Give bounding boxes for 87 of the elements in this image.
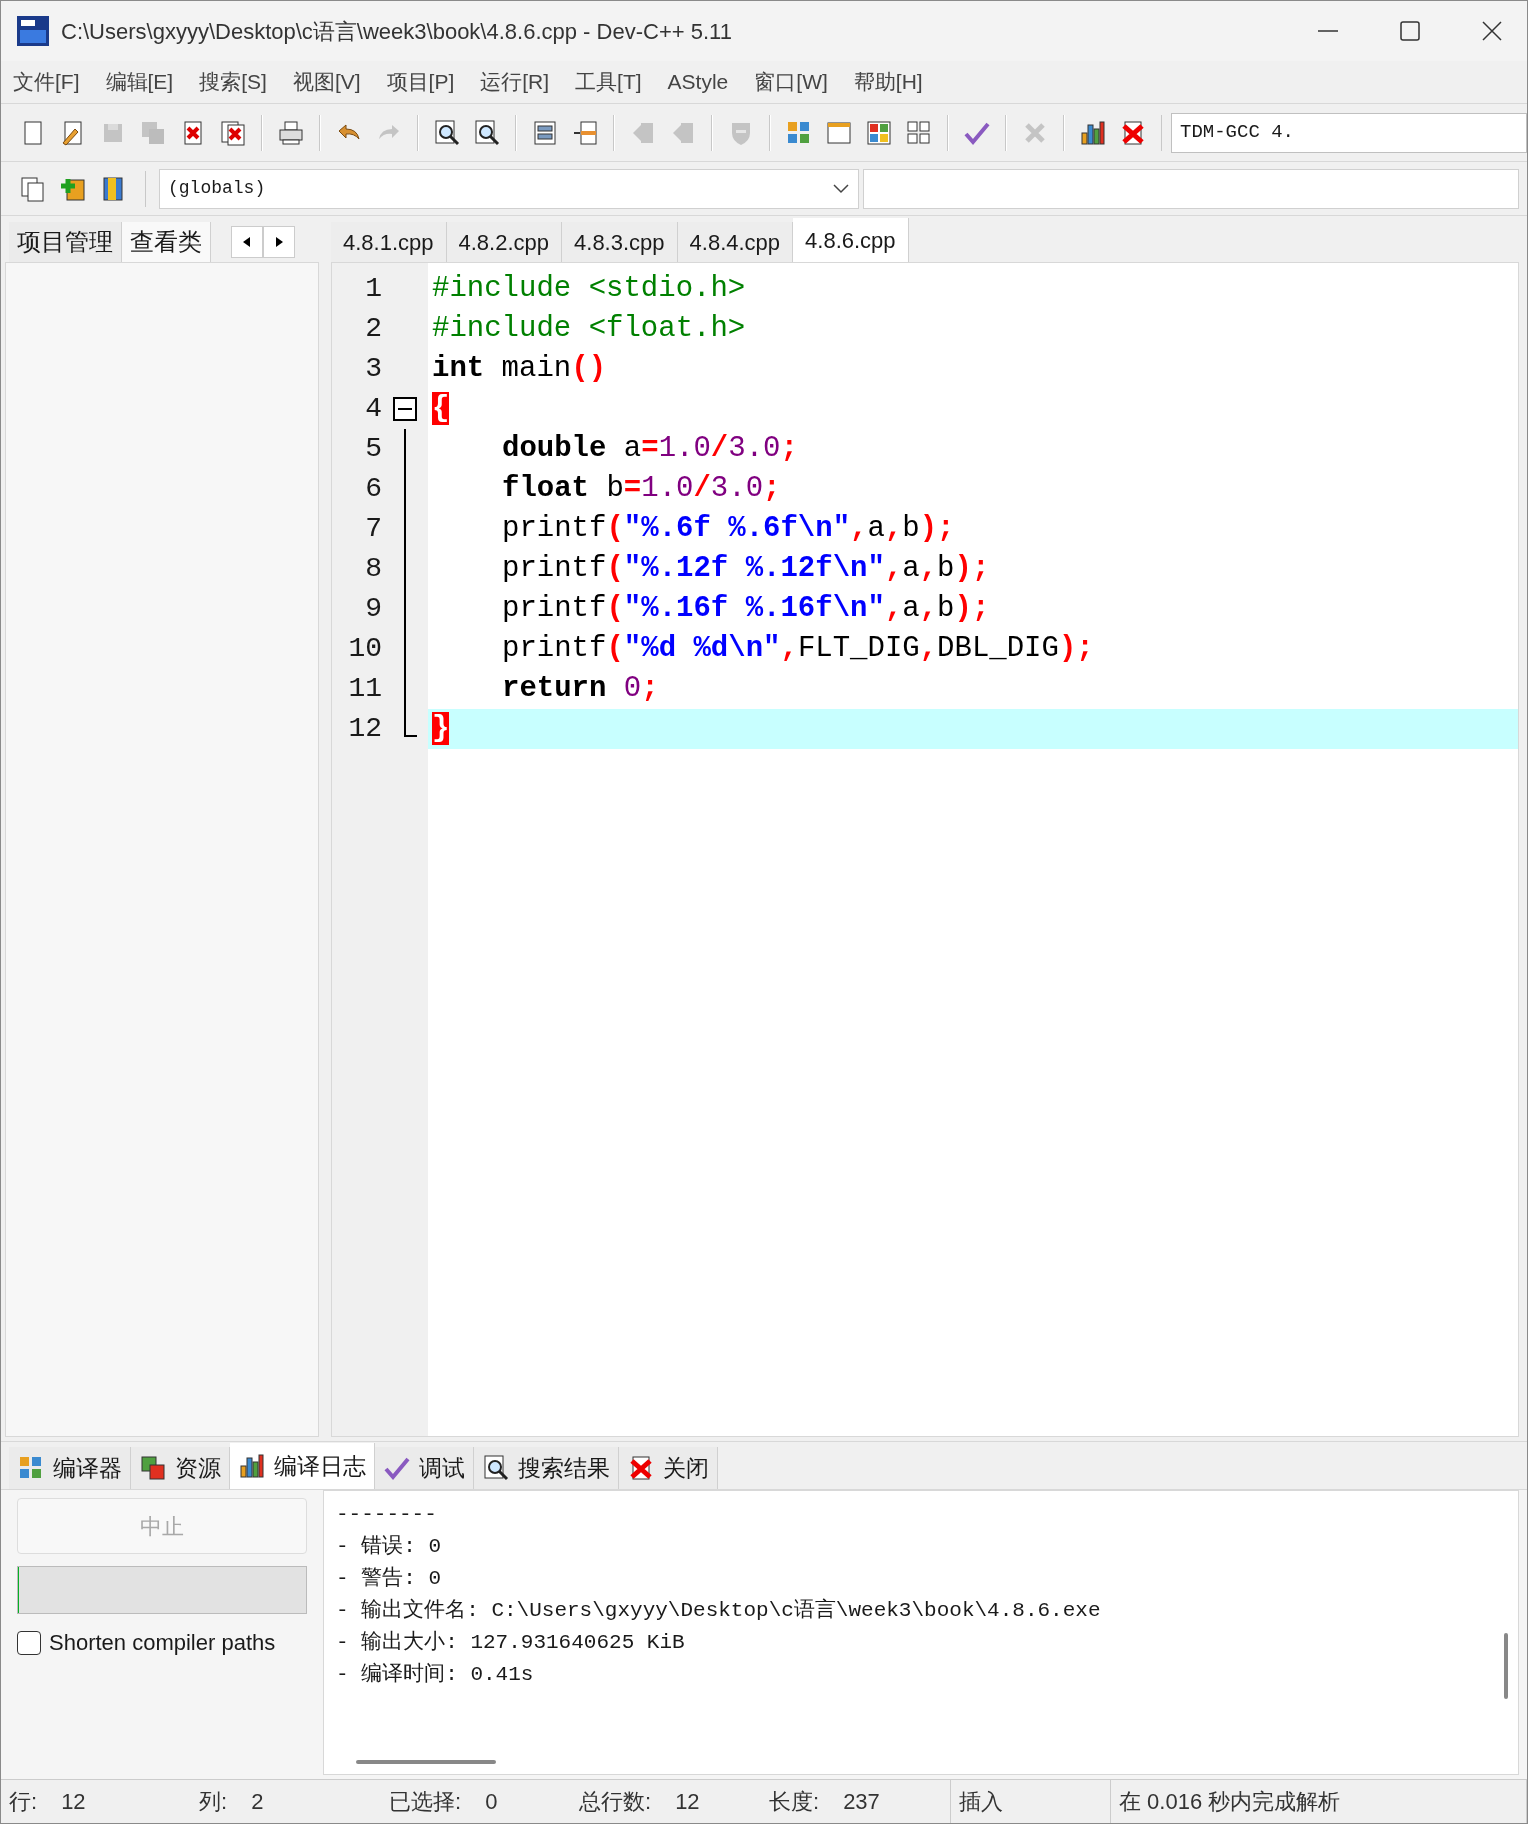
log-line: - 输出文件名: C:\Users\gxyyy\Desktop\c语言\week3\book\4.8.6.exe	[336, 1597, 1102, 1624]
maximize-icon[interactable]	[1399, 20, 1421, 42]
line-number: 6	[364, 472, 382, 506]
menu-item[interactable]: 运行[R]	[480, 66, 550, 98]
log-line: --------	[336, 1502, 438, 1528]
search-icon	[473, 118, 501, 147]
code-line: printf("%.6f %.6f\n",a,b);	[501, 511, 955, 547]
list-icon	[531, 118, 559, 147]
log-line: - 警告: 0	[336, 1565, 442, 1592]
menu-item[interactable]: 编辑[E]	[105, 66, 174, 98]
status-label: 在 0.016 秒内完成解析	[1119, 1788, 1341, 1816]
status-value: 2	[251, 1788, 264, 1816]
panel-tab[interactable]: 查看类	[122, 222, 211, 262]
line-number: 8	[364, 552, 382, 586]
scrollbar-thumb[interactable]	[356, 1760, 496, 1764]
line-number: 9	[364, 592, 382, 626]
code-line: int main()	[432, 351, 607, 387]
close-all-icon	[219, 118, 247, 147]
code-line: float b=1.0/3.0;	[501, 471, 781, 507]
window-title: C:\Users\gxyyy\Desktop\c语言\week3\book\4.8.6.cpp - Dev-C++ 5.11	[61, 17, 732, 46]
tab-scroll-left-button[interactable]	[231, 226, 263, 258]
printer-icon	[277, 118, 305, 147]
search-icon	[433, 118, 461, 147]
tab-scroll-right-button[interactable]	[263, 226, 295, 258]
menu-item[interactable]: 窗口[W]	[754, 66, 828, 98]
code-line: double a=1.0/3.0;	[501, 431, 798, 467]
status-label: 插入	[959, 1788, 1003, 1816]
status-label: 行:	[9, 1788, 38, 1816]
line-number: 1	[364, 272, 382, 306]
menu-item[interactable]: 帮助[H]	[853, 66, 923, 98]
color-grid-icon	[865, 118, 893, 147]
code-line: printf("%d %d\n",FLT_DIG,DBL_DIG);	[501, 631, 1094, 667]
output-tab[interactable]: 调试	[375, 1447, 474, 1489]
status-value: 0	[485, 1788, 498, 1816]
grid-icon	[905, 118, 933, 147]
log-line: - 输出大小: 127.931640625 KiB	[336, 1629, 686, 1656]
search-icon	[482, 1454, 510, 1482]
bar-chart-icon	[238, 1452, 266, 1480]
scope-select[interactable]: (globals)	[159, 168, 859, 209]
line-number: 7	[364, 512, 382, 546]
output-tab[interactable]: 编译器	[9, 1447, 131, 1489]
output-tab[interactable]: 搜索结果	[474, 1447, 619, 1489]
code-line: printf("%.16f %.16f\n",a,b);	[501, 591, 990, 627]
code-line: #include <stdio.h>	[432, 271, 746, 307]
status-value: 237	[843, 1788, 880, 1816]
output-tab[interactable]: 资源	[131, 1447, 230, 1489]
page-icon	[19, 174, 47, 203]
menu-item[interactable]: 搜索[S]	[199, 66, 267, 98]
menu-item[interactable]: 项目[P]	[386, 66, 455, 98]
panel-tab[interactable]: 项目管理	[9, 222, 122, 262]
log-line: - 错误: 0	[336, 1534, 442, 1560]
status-label: 已选择:	[389, 1788, 462, 1816]
output-tab[interactable]: 编译日志	[230, 1443, 375, 1489]
log-line: - 编译时间: 0.41s	[336, 1661, 535, 1688]
line-number: 10	[347, 632, 382, 666]
line-number: 4	[364, 392, 382, 426]
bar-chart-icon	[1079, 118, 1107, 147]
chevron-down-icon	[832, 182, 850, 195]
status-label: 总行数:	[579, 1788, 652, 1816]
split-view-icon	[571, 118, 599, 147]
file-tab[interactable]: 4.8.6.cpp	[793, 218, 909, 262]
caret-right-icon	[275, 237, 283, 247]
menu-item[interactable]: 工具[T]	[575, 66, 642, 98]
menu-item[interactable]: 视图[V]	[292, 66, 361, 98]
status-value: 12	[675, 1788, 700, 1816]
menu-item[interactable]: AStyle	[667, 66, 729, 98]
line-number: 3	[364, 352, 382, 386]
caret-left-icon	[243, 237, 251, 247]
line-number: 11	[347, 672, 382, 706]
status-label: 列:	[199, 1788, 228, 1816]
status-value: 12	[61, 1788, 86, 1816]
checkbox-label: Shorten compiler paths	[49, 1629, 276, 1657]
close-icon[interactable]	[1481, 20, 1503, 42]
code-line: printf("%.12f %.12f\n",a,b);	[501, 551, 990, 587]
output-tab[interactable]: 关闭	[619, 1447, 718, 1489]
line-number: 5	[364, 432, 382, 466]
line-number: 12	[347, 712, 382, 746]
scrollbar-thumb[interactable]	[1504, 1632, 1508, 1699]
compiler-select[interactable]: TDM-GCC 4.	[1171, 112, 1527, 153]
checkbox[interactable]	[17, 1630, 41, 1655]
app-logo-icon	[17, 16, 49, 46]
menu-item[interactable]: 文件[F]	[13, 66, 80, 98]
code-line: #include <float.h>	[432, 311, 746, 347]
status-label: 长度:	[769, 1788, 820, 1816]
windows-icon	[139, 1454, 167, 1482]
line-number: 2	[364, 312, 382, 346]
code-line: return 0;	[501, 671, 659, 707]
